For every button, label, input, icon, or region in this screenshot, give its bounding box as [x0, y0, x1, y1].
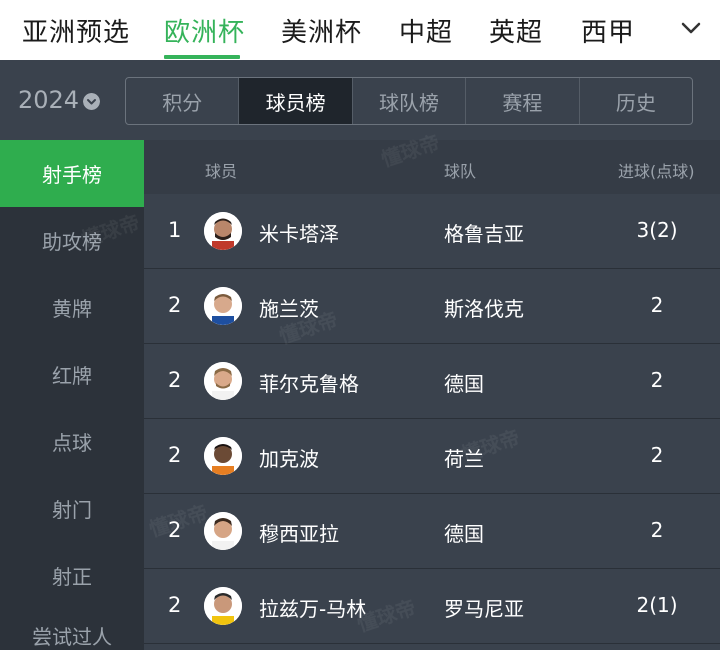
sidebar-item-top-scorers[interactable]: 射手榜 — [0, 140, 144, 207]
goals-value: 2 — [650, 518, 664, 542]
player-name: 加克波 — [259, 447, 319, 471]
team-name: 罗马尼亚 — [444, 597, 524, 621]
goals-value: 2(1) — [636, 593, 678, 617]
table-row[interactable]: 2 穆西亚拉 德国 2 — [144, 494, 720, 569]
table-row[interactable]: 1 米卡塔泽 格鲁吉亚 3(2) — [144, 194, 720, 269]
table-row[interactable]: 2 施兰茨 斯洛伐克 2 — [144, 269, 720, 344]
column-header-player: 球员 — [205, 162, 238, 181]
tab-euro-cup[interactable]: 欧洲杯 — [164, 12, 245, 49]
sidebar-item-dribble-attempts[interactable]: 尝试过人 — [0, 609, 144, 650]
tab-history[interactable]: 历史 — [580, 78, 692, 124]
player-avatar — [204, 587, 242, 625]
tab-asia-qualifiers[interactable]: 亚洲预选 — [22, 12, 130, 49]
scorers-table: 球员 球队 进球(点球) 1 米卡塔泽 格鲁吉亚 3(2) 2 施兰茨 斯洛伐克… — [144, 140, 720, 650]
rank: 2 — [168, 593, 182, 617]
player-name: 菲尔克鲁格 — [259, 372, 359, 396]
tab-schedule[interactable]: 赛程 — [466, 78, 580, 124]
rank: 1 — [168, 218, 182, 242]
rank: 2 — [168, 293, 182, 317]
column-header-team: 球队 — [444, 162, 477, 181]
stats-segmented-control: 积分 球员榜 球队榜 赛程 历史 — [125, 77, 693, 125]
player-avatar — [204, 287, 242, 325]
season-selector[interactable]: 2024 — [18, 86, 79, 114]
player-name: 穆西亚拉 — [259, 522, 339, 546]
chevron-down-circle-icon[interactable] — [83, 93, 100, 110]
tab-player-rankings[interactable]: 球员榜 — [239, 78, 353, 124]
goals-value: 3(2) — [636, 218, 678, 242]
sidebar-item-penalties[interactable]: 点球 — [0, 408, 144, 475]
tab-copa-america[interactable]: 美洲杯 — [281, 12, 362, 49]
goals-value: 2 — [650, 443, 664, 467]
player-avatar — [204, 212, 242, 250]
team-name: 德国 — [444, 522, 484, 546]
team-name: 斯洛伐克 — [444, 297, 524, 321]
table-row[interactable]: 2 菲尔克鲁格 德国 2 — [144, 344, 720, 419]
rank: 2 — [168, 443, 182, 467]
player-avatar — [204, 512, 242, 550]
sidebar-item-shots[interactable]: 射门 — [0, 475, 144, 542]
tab-la-liga[interactable]: 西甲 — [581, 12, 635, 49]
tab-standings[interactable]: 积分 — [126, 78, 240, 124]
player-name: 米卡塔泽 — [259, 222, 339, 246]
table-row[interactable]: 2 加克波 荷兰 2 — [144, 419, 720, 494]
team-name: 德国 — [444, 372, 484, 396]
tab-csl[interactable]: 中超 — [399, 12, 453, 49]
table-row[interactable]: 2 拉兹万-马林 罗马尼亚 2(1) — [144, 569, 720, 644]
team-name: 格鲁吉亚 — [444, 222, 524, 246]
player-name: 拉兹万-马林 — [259, 597, 367, 621]
player-avatar — [204, 437, 242, 475]
tab-team-rankings[interactable]: 球队榜 — [353, 78, 467, 124]
sidebar-item-yellow-cards[interactable]: 黄牌 — [0, 274, 144, 341]
active-tab-indicator — [164, 55, 240, 59]
goals-value: 2 — [650, 293, 664, 317]
rank: 2 — [168, 368, 182, 392]
player-avatar — [204, 362, 242, 400]
sidebar-item-red-cards[interactable]: 红牌 — [0, 341, 144, 408]
league-tab-bar: 亚洲预选 欧洲杯 美洲杯 中超 英超 西甲 — [0, 0, 720, 60]
column-header-goals: 进球(点球) — [618, 162, 695, 181]
goals-value: 2 — [650, 368, 664, 392]
chevron-down-icon[interactable] — [680, 20, 702, 36]
tab-premier-league[interactable]: 英超 — [489, 12, 543, 49]
sidebar-item-shots-on-target[interactable]: 射正 — [0, 542, 144, 609]
